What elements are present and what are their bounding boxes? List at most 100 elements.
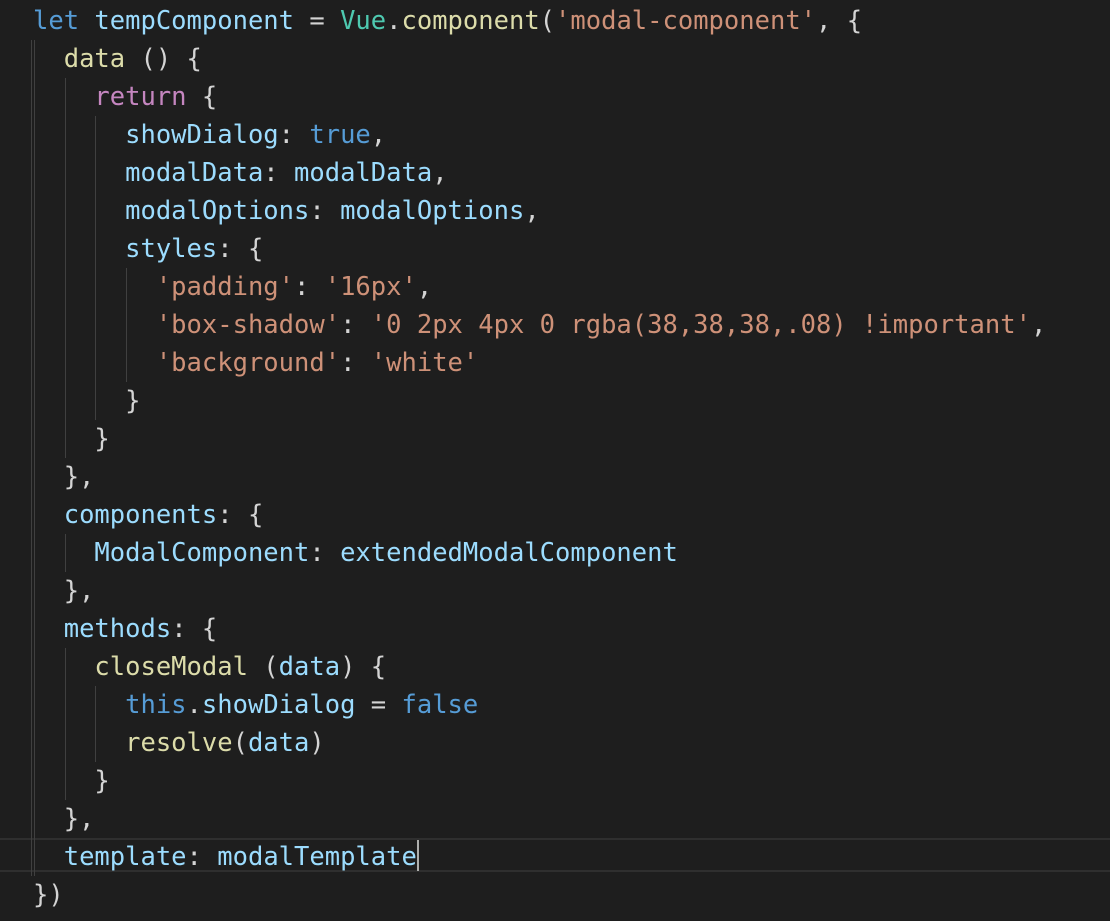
code-token: components: [63, 500, 218, 530]
code-line[interactable]: }: [0, 382, 1110, 420]
code-token: resolve: [125, 728, 233, 758]
code-token: modalTemplate: [217, 842, 417, 872]
code-token: 'box-shadow': [155, 310, 341, 340]
code-token: return: [94, 82, 187, 112]
code-token: 'background': [155, 348, 341, 378]
code-lines[interactable]: let tempComponent = Vue.component('modal…: [0, 2, 1110, 914]
code-token: tempComponent: [94, 6, 295, 36]
code-token: closeModal: [94, 652, 248, 682]
code-token: :: [186, 842, 218, 872]
code-line[interactable]: return {: [0, 78, 1110, 116]
code-token: 'modal-component': [555, 6, 817, 36]
code-line[interactable]: closeModal (data) {: [0, 648, 1110, 686]
code-token: },: [33, 576, 95, 606]
code-token: (: [539, 6, 556, 36]
code-token: showDialog: [201, 690, 356, 720]
code-token: :: [309, 538, 341, 568]
code-token: false: [401, 690, 479, 720]
code-line[interactable]: methods: {: [0, 610, 1110, 648]
code-line[interactable]: modalData: modalData,: [0, 154, 1110, 192]
code-token: (: [232, 728, 248, 758]
code-token: :: [263, 158, 295, 188]
code-line[interactable]: let tempComponent = Vue.component('modal…: [0, 2, 1110, 40]
code-line[interactable]: modalOptions: modalOptions,: [0, 192, 1110, 230]
code-token: }): [33, 880, 64, 910]
code-token: modalOptions: [125, 196, 310, 226]
code-token: template: [63, 842, 187, 872]
code-line[interactable]: ModalComponent: extendedModalComponent: [0, 534, 1110, 572]
code-token: modalData: [125, 158, 264, 188]
code-token: let: [33, 6, 80, 36]
code-token: '16px': [324, 272, 417, 302]
code-token: ,: [370, 120, 387, 150]
code-token: :: [278, 120, 310, 150]
code-token: 'padding': [155, 272, 294, 302]
code-token: }: [33, 386, 141, 416]
code-token: :: [309, 196, 341, 226]
code-token: methods: [63, 614, 172, 644]
text-cursor: [416, 840, 419, 871]
code-token: 'white': [370, 348, 479, 378]
code-token: styles: [125, 234, 218, 264]
code-line[interactable]: },: [0, 800, 1110, 838]
code-token: showDialog: [125, 120, 279, 150]
code-token: this: [125, 690, 187, 720]
code-token: : {: [171, 614, 218, 644]
code-token: .: [386, 6, 402, 36]
code-token: modalOptions: [340, 196, 525, 226]
code-editor[interactable]: let tempComponent = Vue.component('modal…: [0, 0, 1110, 921]
code-token: .: [186, 690, 202, 720]
code-line[interactable]: },: [0, 458, 1110, 496]
code-line[interactable]: showDialog: true,: [0, 116, 1110, 154]
code-line[interactable]: 'box-shadow': '0 2px 4px 0 rgba(38,38,38…: [0, 306, 1110, 344]
code-token: }: [33, 424, 110, 454]
code-line[interactable]: },: [0, 572, 1110, 610]
code-token: =: [355, 690, 402, 720]
code-line[interactable]: }: [0, 420, 1110, 458]
code-line[interactable]: }: [0, 762, 1110, 800]
code-line[interactable]: styles: {: [0, 230, 1110, 268]
code-line[interactable]: }): [0, 876, 1110, 914]
code-token: ,: [1030, 310, 1047, 340]
code-token: , {: [816, 6, 863, 36]
code-line[interactable]: 'background': 'white': [0, 344, 1110, 382]
code-token: () {: [125, 44, 202, 74]
code-token: :: [340, 348, 371, 378]
code-line[interactable]: 'padding': '16px',: [0, 268, 1110, 306]
code-token: true: [309, 120, 371, 150]
code-line[interactable]: resolve(data): [0, 724, 1110, 762]
code-token: component: [401, 6, 540, 36]
code-token: data: [63, 44, 126, 74]
code-token: ): [309, 728, 325, 758]
code-token: }: [33, 766, 110, 796]
code-token: data: [247, 728, 310, 758]
code-token: (: [247, 652, 279, 682]
code-line[interactable]: components: {: [0, 496, 1110, 534]
code-line[interactable]: template: modalTemplate: [0, 838, 1110, 876]
code-token: ,: [416, 272, 433, 302]
code-token: extendedModalComponent: [340, 538, 678, 568]
code-token: ,: [432, 158, 448, 188]
code-token: : {: [217, 500, 264, 530]
code-token: '0 2px 4px 0 rgba(38,38,38,.08) !importa…: [370, 310, 1031, 340]
code-token: :: [294, 272, 325, 302]
code-line[interactable]: this.showDialog = false: [0, 686, 1110, 724]
code-token: =: [294, 6, 341, 36]
code-token: },: [33, 804, 95, 834]
code-line[interactable]: data () {: [0, 40, 1110, 78]
code-token: :: [340, 310, 371, 340]
